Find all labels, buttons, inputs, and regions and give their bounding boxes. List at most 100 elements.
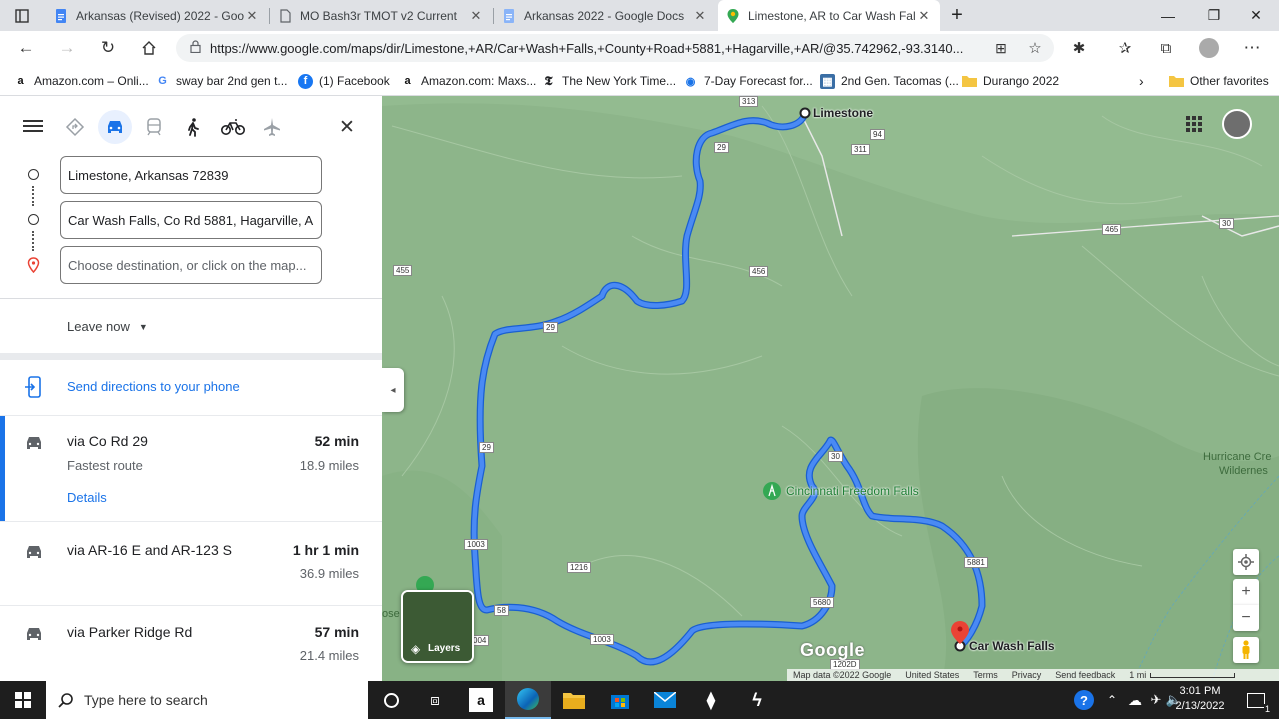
destination-input[interactable]: Choose destination, or click on the map.… [60, 246, 322, 284]
tab-arkansas-2022[interactable]: Arkansas 2022 - Google Docs ✕ [494, 0, 716, 31]
cycling-mode-icon[interactable] [216, 110, 250, 144]
send-to-phone-label: Send directions to your phone [67, 379, 240, 394]
home-button[interactable] [136, 35, 162, 61]
start-button[interactable] [0, 681, 46, 719]
help-icon[interactable]: ? [1066, 681, 1102, 719]
bookmarks-overflow-chevron-icon[interactable]: › [1139, 71, 1144, 91]
google-maps-icon [727, 8, 739, 23]
new-tab-button[interactable]: + [940, 0, 974, 31]
send-feedback-link[interactable]: Send feedback [1055, 670, 1115, 680]
bookmark-amazon[interactable]: a Amazon.com – Onli... [13, 71, 148, 91]
transit-mode-icon[interactable] [137, 110, 171, 144]
route-option-2[interactable]: via AR-16 E and AR-123 S 1 hr 1 min 36.9… [0, 521, 382, 605]
forward-button[interactable]: → [54, 35, 80, 61]
bookmark-facebook[interactable]: f (1) Facebook [298, 71, 390, 91]
dropbox-icon[interactable]: ⧫ [688, 681, 734, 719]
route-option-3[interactable]: via Parker Ridge Rd 57 min 21.4 miles [0, 605, 382, 681]
waypoint-input[interactable]: Car Wash Falls, Co Rd 5881, Hagarville, … [60, 201, 322, 239]
tab-actions-icon[interactable] [0, 0, 44, 31]
cincinnati-falls-label[interactable]: Cincinnati Freedom Falls [786, 484, 919, 498]
zoom-out-button[interactable]: − [1233, 605, 1259, 631]
scale-label[interactable]: 1 mi [1129, 670, 1146, 680]
route-option-1[interactable]: via Co Rd 29 52 min Fastest route 18.9 m… [0, 415, 382, 522]
refresh-button[interactable]: ↻ [95, 35, 121, 61]
bookmark-tacomas[interactable]: ▦ 2nd Gen. Tacomas (... [820, 71, 959, 91]
road-shield: 465 [1102, 224, 1122, 235]
driving-mode-icon[interactable] [98, 110, 132, 144]
url-text: https://www.google.com/maps/dir/Limeston… [210, 40, 964, 56]
bookmark-amazon-maxs[interactable]: a Amazon.com: Maxs... [400, 71, 536, 91]
other-favorites[interactable]: Other favorites [1169, 71, 1269, 91]
limestone-label[interactable]: Limestone [813, 106, 873, 120]
layers-button[interactable]: ◈ Layers [401, 590, 474, 663]
profile-avatar[interactable] [1196, 35, 1222, 61]
close-tab-icon[interactable]: ✕ [916, 8, 932, 24]
favorites-icon[interactable]: ✰ [1112, 35, 1138, 61]
windows-taskbar: Type here to search ⧈ a ⧫ ϟ ? ⌃ ☁ ✈ 🔈 3:… [0, 681, 1279, 719]
my-location-button[interactable] [1233, 549, 1259, 575]
origin-input[interactable]: Limestone, Arkansas 72839 [60, 156, 322, 194]
show-hidden-icons-chevron-icon[interactable]: ⌃ [1100, 681, 1124, 719]
close-window-button[interactable]: ✕ [1233, 0, 1279, 31]
tab-arkansas-revised[interactable]: Arkansas (Revised) 2022 - Googl ✕ [46, 0, 268, 31]
taskbar-search-box[interactable]: Type here to search [46, 681, 368, 719]
send-to-phone-link[interactable]: Send directions to your phone [0, 360, 382, 414]
mail-icon[interactable] [642, 681, 688, 719]
amazon-app-icon[interactable]: a [458, 681, 504, 719]
close-tab-icon[interactable]: ✕ [468, 8, 484, 24]
favorites-bar: a Amazon.com – Onli... Gsway bar 2nd gen … [0, 65, 1279, 96]
route-details-link[interactable]: Details [67, 490, 107, 505]
back-button[interactable]: ← [13, 35, 39, 61]
route-time: 1 hr 1 min [292, 542, 359, 558]
nyt-icon: 𝕿 [544, 73, 553, 88]
flight-mode-icon[interactable] [255, 110, 289, 144]
amazon-icon: a [404, 75, 411, 87]
reader-view-icon[interactable]: ⊞ [988, 35, 1014, 61]
tab-maps-active[interactable]: Limestone, AR to Car Wash Falls ✕ [718, 0, 940, 31]
zoom-in-button[interactable]: + [1233, 579, 1259, 605]
car-icon [27, 546, 41, 558]
car-wash-falls-label[interactable]: Car Wash Falls [969, 639, 1055, 653]
country-link[interactable]: United States [905, 670, 959, 680]
cortana-icon[interactable] [368, 681, 414, 719]
close-tab-icon[interactable]: ✕ [244, 8, 260, 24]
tab-mo-bash3r[interactable]: MO Bash3r TMOT v2 Current ✕ [270, 0, 492, 31]
close-directions-icon[interactable]: ✕ [339, 116, 355, 139]
origin-value: Limestone, Arkansas 72839 [68, 167, 229, 183]
add-favorite-icon[interactable]: ☆ [1022, 35, 1048, 61]
url-bar[interactable]: https://www.google.com/maps/dir/Limeston… [176, 34, 1054, 62]
close-tab-icon[interactable]: ✕ [692, 8, 708, 24]
file-explorer-icon[interactable] [551, 681, 597, 719]
edge-browser-icon[interactable] [505, 681, 551, 719]
task-view-icon[interactable]: ⧈ [412, 681, 458, 719]
route-distance: 18.9 miles [299, 458, 359, 473]
bookmark-nyt[interactable]: 𝕿 The New York Time... [541, 71, 677, 91]
terms-link[interactable]: Terms [973, 670, 998, 680]
notifications-icon[interactable]: 1 [1233, 681, 1279, 719]
road-shield: 5680 [810, 597, 834, 608]
collections-icon[interactable]: ⧉ [1153, 35, 1179, 61]
clock[interactable]: 3:01 PM 2/13/2022 [1172, 684, 1228, 714]
minimize-button[interactable]: — [1145, 0, 1191, 31]
bookmark-forecast[interactable]: ◉ 7-Day Forecast for... [683, 71, 813, 91]
microsoft-store-icon[interactable] [597, 681, 643, 719]
map-canvas[interactable]: Limestone Car Wash Falls Cincinnati Free… [382, 96, 1279, 681]
walking-mode-icon[interactable] [176, 110, 210, 144]
route-dots [32, 186, 34, 206]
collapse-panel-button[interactable]: ◂ [382, 368, 404, 412]
bookmark-durango[interactable]: Durango 2022 [962, 71, 1059, 91]
best-travel-mode-icon[interactable] [58, 110, 92, 144]
pinned-app-icon[interactable]: ϟ [734, 681, 780, 719]
account-avatar[interactable] [1222, 109, 1252, 139]
leave-now-dropdown[interactable]: Leave now ▼ [67, 319, 148, 334]
street-view-pegman-icon[interactable] [1233, 637, 1259, 663]
extensions-icon[interactable]: ✱ [1066, 35, 1092, 61]
menu-icon[interactable] [23, 118, 43, 134]
more-menu-icon[interactable]: ⋯ [1239, 35, 1265, 61]
restore-button[interactable]: ❐ [1191, 0, 1237, 31]
folder-icon [962, 74, 977, 89]
privacy-link[interactable]: Privacy [1012, 670, 1042, 680]
caret-down-icon: ▼ [138, 321, 148, 332]
apps-grid-icon[interactable] [1186, 116, 1202, 132]
bookmark-sway-bar[interactable]: Gsway bar 2nd gen t... [155, 71, 287, 91]
